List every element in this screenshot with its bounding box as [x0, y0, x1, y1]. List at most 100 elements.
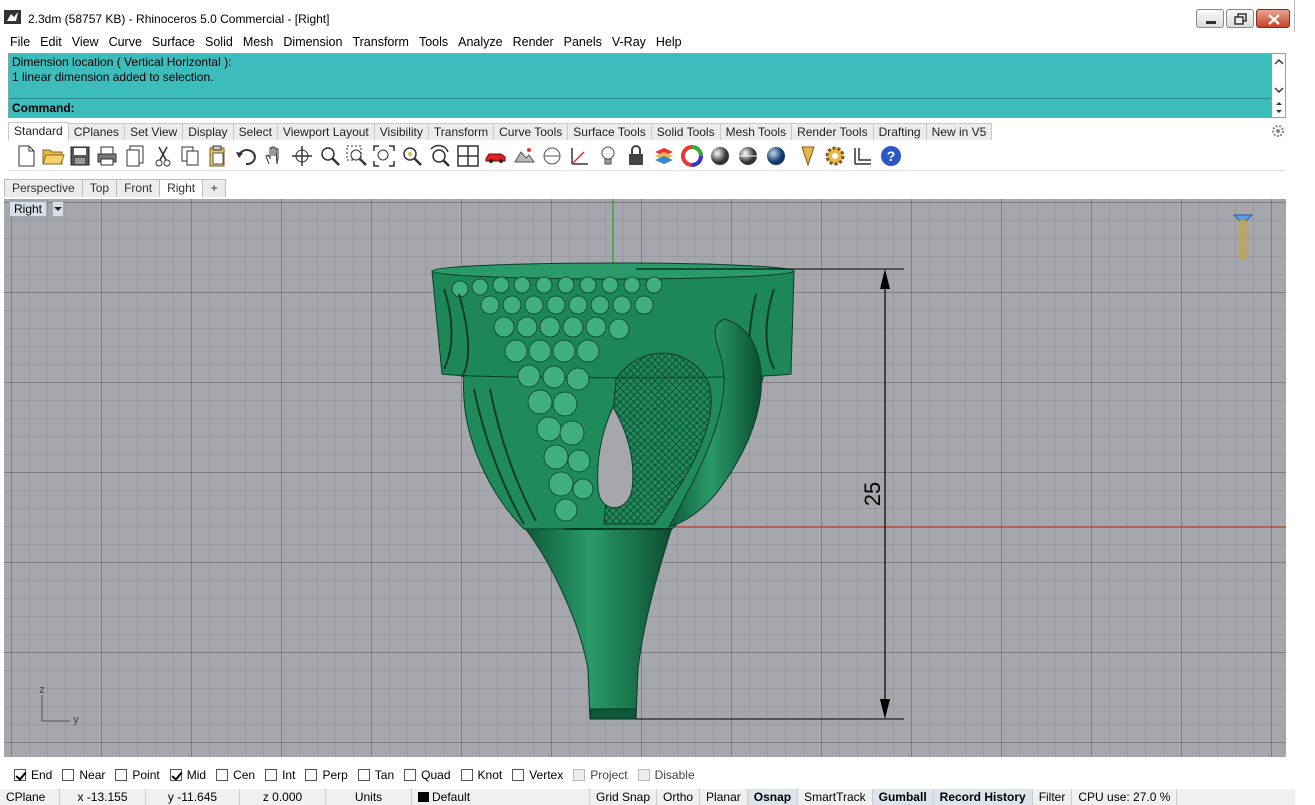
viewport-menu-button[interactable] [52, 201, 64, 217]
options-gear-icon[interactable] [823, 144, 847, 168]
osnap-int[interactable]: Int [265, 768, 295, 782]
lightbulb-icon[interactable] [596, 144, 620, 168]
render-sphere-icon[interactable] [736, 144, 760, 168]
menu-view[interactable]: View [72, 35, 99, 49]
status-units[interactable]: Units [326, 789, 412, 805]
osnap-point-checkbox[interactable] [115, 769, 128, 781]
tab-drafting[interactable]: Drafting [872, 123, 927, 140]
menu-transform[interactable]: Transform [352, 35, 409, 49]
osnap-vertex-checkbox[interactable] [512, 769, 525, 781]
osnap-mid[interactable]: Mid [169, 768, 206, 782]
osnap-int-checkbox[interactable] [265, 769, 278, 781]
toggle-filter[interactable]: Filter [1033, 789, 1073, 805]
set-cplane-icon[interactable] [568, 144, 592, 168]
menu-dimension[interactable]: Dimension [283, 35, 342, 49]
scroll-down-icon[interactable] [1272, 84, 1286, 96]
undo-icon[interactable] [234, 144, 258, 168]
tab-set-view[interactable]: Set View [124, 123, 184, 140]
camera-target-icon[interactable] [1232, 214, 1254, 261]
tab-render-tools[interactable]: Render Tools [791, 123, 874, 140]
four-viewports-icon[interactable] [456, 144, 480, 168]
command-input[interactable] [77, 101, 1177, 115]
tab-perspective[interactable]: Perspective [4, 179, 83, 197]
osnap-knot-checkbox[interactable] [460, 769, 473, 781]
background-bitmap-icon[interactable] [512, 144, 536, 168]
help-icon[interactable]: ? [879, 144, 903, 168]
viewport-title[interactable]: Right [9, 201, 48, 217]
import-icon[interactable] [124, 144, 148, 168]
status-layer[interactable]: Default [412, 789, 590, 805]
tab-solid-tools[interactable]: Solid Tools [650, 123, 721, 140]
tab-display[interactable]: Display [182, 123, 234, 140]
osnap-near[interactable]: Near [62, 768, 105, 782]
toggle-osnap[interactable]: Osnap [747, 789, 799, 805]
print-icon[interactable] [95, 144, 119, 168]
osnap-disable[interactable]: Disable [637, 768, 695, 782]
osnap-quad-checkbox[interactable] [404, 769, 417, 781]
dimension-icon[interactable] [851, 144, 875, 168]
object-properties-icon[interactable] [796, 144, 820, 168]
tab-viewport-layout[interactable]: Viewport Layout [276, 123, 375, 140]
osnap-project-checkbox[interactable] [573, 769, 586, 781]
new-file-icon[interactable] [14, 144, 38, 168]
save-icon[interactable] [68, 144, 92, 168]
osnap-project[interactable]: Project [573, 768, 628, 782]
menu-tools[interactable]: Tools [419, 35, 448, 49]
ring-model[interactable] [431, 262, 795, 720]
lock-icon[interactable] [624, 144, 648, 168]
toolbar-settings-gear-icon[interactable] [1271, 124, 1285, 138]
osnap-mid-checkbox[interactable] [169, 769, 182, 781]
tab-surface-tools[interactable]: Surface Tools [567, 123, 652, 140]
rhino-app-icon[interactable] [4, 10, 21, 24]
menu-edit[interactable]: Edit [40, 35, 62, 49]
scroll-up-icon[interactable] [1272, 56, 1286, 68]
pan-hand-icon[interactable] [262, 144, 286, 168]
tab-select[interactable]: Select [232, 123, 278, 140]
osnap-perp[interactable]: Perp [305, 768, 348, 782]
osnap-cen[interactable]: Cen [216, 768, 255, 782]
osnap-point[interactable]: Point [115, 768, 160, 782]
menu-vray[interactable]: V-Ray [612, 35, 646, 49]
close-button[interactable] [1256, 9, 1290, 28]
undo-view-icon[interactable] [428, 144, 452, 168]
car-named-view-icon[interactable] [484, 144, 508, 168]
viewport-canvas[interactable]: 25 z y [4, 199, 1286, 757]
toggle-gumball[interactable]: Gumball [872, 789, 934, 805]
minimize-button[interactable] [1196, 9, 1224, 28]
tab-visibility[interactable]: Visibility [373, 123, 429, 140]
osnap-quad[interactable]: Quad [404, 768, 451, 782]
osnap-end[interactable]: End [14, 768, 52, 782]
add-viewport-tab-button[interactable]: + [202, 179, 227, 197]
command-spinner[interactable] [1271, 98, 1285, 117]
cut-icon[interactable] [151, 144, 175, 168]
zoom-selected-icon[interactable] [400, 144, 424, 168]
menu-curve[interactable]: Curve [109, 35, 142, 49]
restore-button[interactable] [1226, 9, 1254, 28]
tab-transform[interactable]: Transform [427, 123, 495, 140]
cplane-icon[interactable] [540, 144, 564, 168]
toggle-planar[interactable]: Planar [700, 789, 748, 805]
tab-front[interactable]: Front [116, 179, 161, 197]
command-history-area[interactable]: Dimension location ( Vertical Horizontal… [8, 53, 1286, 118]
menu-panels[interactable]: Panels [564, 35, 602, 49]
tab-right[interactable]: Right [159, 179, 204, 197]
osnap-cen-checkbox[interactable] [216, 769, 229, 781]
tab-standard[interactable]: Standard [8, 122, 69, 141]
toggle-grid-snap[interactable]: Grid Snap [590, 789, 658, 805]
osnap-knot[interactable]: Knot [460, 768, 502, 782]
render-preview-icon[interactable] [764, 144, 788, 168]
tab-curve-tools[interactable]: Curve Tools [493, 123, 569, 140]
menu-render[interactable]: Render [513, 35, 554, 49]
zoom-icon[interactable] [318, 144, 342, 168]
menu-file[interactable]: File [10, 35, 30, 49]
menu-help[interactable]: Help [656, 35, 682, 49]
tab-top[interactable]: Top [81, 179, 118, 197]
menu-surface[interactable]: Surface [152, 35, 195, 49]
osnap-tan-checkbox[interactable] [357, 769, 370, 781]
zoom-window-icon[interactable] [345, 144, 369, 168]
osnap-tan[interactable]: Tan [357, 768, 394, 782]
toggle-record-history[interactable]: Record History [933, 789, 1033, 805]
command-history-scrollbar[interactable] [1271, 54, 1285, 98]
tab-mesh-tools[interactable]: Mesh Tools [719, 123, 793, 140]
menu-solid[interactable]: Solid [205, 35, 233, 49]
